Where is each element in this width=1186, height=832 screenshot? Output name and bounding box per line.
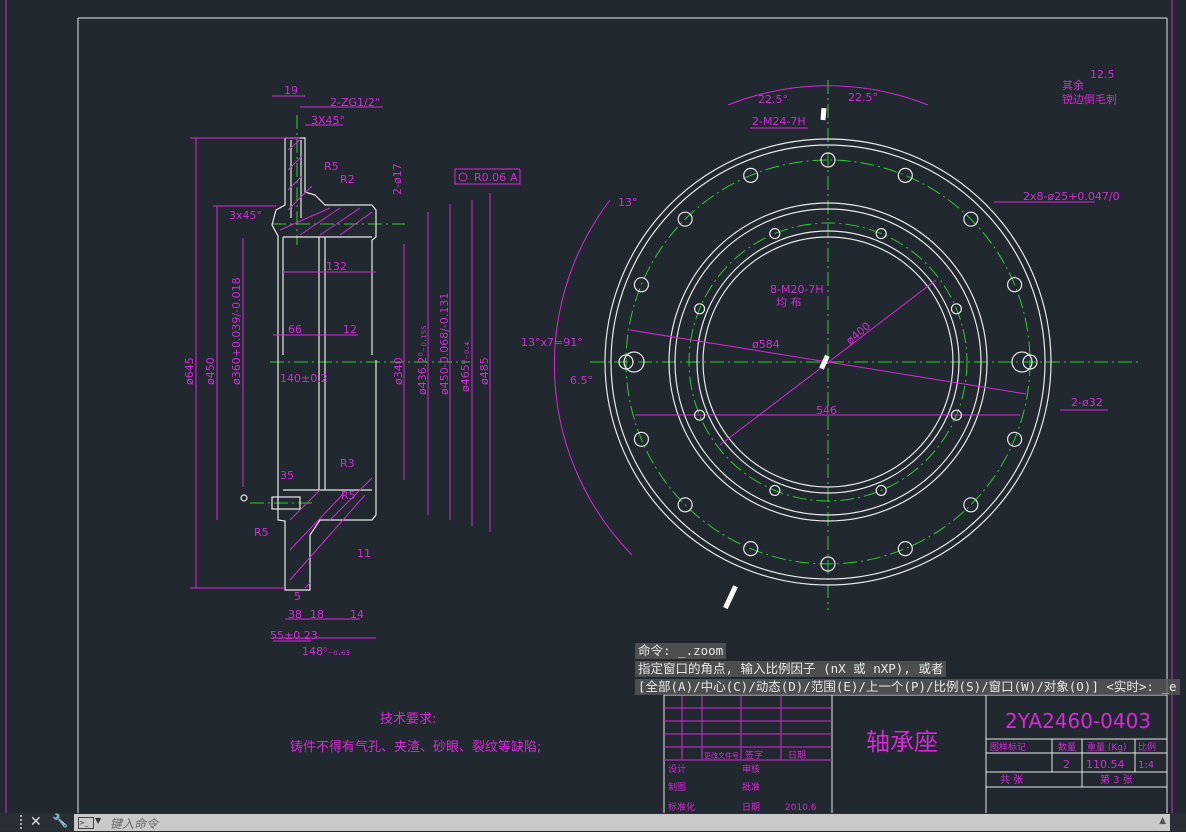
quantity: 2 xyxy=(1063,758,1070,771)
svg-text:R5: R5 xyxy=(254,526,269,539)
svg-text:22.5°: 22.5° xyxy=(758,93,788,106)
hatch xyxy=(279,139,373,589)
svg-text:19: 19 xyxy=(284,84,298,97)
customize-icon[interactable]: 🔧 xyxy=(52,813,68,831)
svg-text:14: 14 xyxy=(350,608,364,621)
command-prompt-icon[interactable]: >_ xyxy=(78,817,94,829)
svg-text:重量 (Kg): 重量 (Kg) xyxy=(1087,741,1127,753)
svg-text:8-M20-7H: 8-M20-7H xyxy=(770,283,824,296)
svg-text:签字: 签字 xyxy=(745,749,763,761)
command-history-line-2: 指定窗口的角点, 输入比例因子 (nX 或 nXP), 或者 xyxy=(635,661,947,677)
svg-text:12.5: 12.5 xyxy=(1090,68,1115,81)
svg-text:A: A xyxy=(510,171,518,184)
title-name: 轴承座 xyxy=(866,728,938,756)
svg-text:3x45°: 3x45° xyxy=(229,209,262,222)
svg-text:ø400: ø400 xyxy=(844,320,874,348)
bolt-hole xyxy=(897,167,913,183)
svg-text:ø465⁰₋₀.₄: ø465⁰₋₀.₄ xyxy=(459,341,472,392)
title-block: 轴承座 2YA2460-0403 图样标记 数量 重量 (Kg) 比例 2 11… xyxy=(663,694,1168,831)
svg-text:148⁰₋₀.₆₃: 148⁰₋₀.₆₃ xyxy=(302,645,350,658)
svg-text:ø340: ø340 xyxy=(392,357,405,385)
svg-text:数量: 数量 xyxy=(1058,741,1076,753)
tech-req-text: 铸件不得有气孔、夹渣、砂眼、裂纹等缺陷; xyxy=(290,739,541,755)
bolt-hole xyxy=(963,497,979,513)
svg-text:ø436.2⁰₋₀.₁₅₅: ø436.2⁰₋₀.₁₅₅ xyxy=(416,325,429,395)
command-history-line-3: [全部(A)/中心(C)/动态(D)/范围(E)/上一个(P)/比例(S)/窗口… xyxy=(635,679,1180,695)
svg-text:132: 132 xyxy=(326,260,347,273)
svg-text:35: 35 xyxy=(280,469,294,482)
close-icon[interactable]: ✕ xyxy=(30,813,42,831)
scroll-up-icon[interactable]: ▲ xyxy=(1159,816,1166,826)
bolt-hole xyxy=(897,541,913,557)
svg-text:均 布: 均 布 xyxy=(776,296,802,309)
svg-text:共 张: 共 张 xyxy=(1000,774,1023,786)
drawing-canvas[interactable]: 19 2-ZG1/2" 3X45° R5 R2 R0.06 A 3x45° 2-… xyxy=(0,0,1186,831)
svg-text:ø485: ø485 xyxy=(478,357,491,385)
svg-text:锐边倒毛刺: 锐边倒毛刺 xyxy=(1062,92,1117,106)
tech-req-title: 技术要求: xyxy=(380,712,436,727)
front-view xyxy=(553,80,1140,610)
svg-text:140±0.2: 140±0.2 xyxy=(280,372,328,385)
sheet-number: 第 3 张 xyxy=(1100,773,1133,786)
svg-text:R5: R5 xyxy=(341,489,356,502)
chevron-down-icon[interactable]: ▼ xyxy=(95,816,101,825)
svg-text:图样标记: 图样标记 xyxy=(990,741,1026,753)
svg-text:ø450-0.068/-0.131: ø450-0.068/-0.131 xyxy=(438,293,451,395)
svg-text:审核: 审核 xyxy=(742,763,760,775)
svg-text:ø584: ø584 xyxy=(752,338,780,351)
svg-text:2-ø32: 2-ø32 xyxy=(1071,396,1103,409)
drawing-number: 2YA2460-0403 xyxy=(1005,709,1151,733)
svg-text:55±0.23: 55±0.23 xyxy=(270,629,318,642)
svg-text:546: 546 xyxy=(816,404,837,417)
svg-text:66: 66 xyxy=(288,323,302,336)
svg-text:3X45°: 3X45° xyxy=(311,114,345,127)
svg-text:2-ø17: 2-ø17 xyxy=(391,163,404,195)
svg-text:ø645: ø645 xyxy=(183,357,196,385)
bolt-hole xyxy=(633,277,649,293)
scale: 1:4 xyxy=(1138,760,1154,771)
svg-text:11: 11 xyxy=(357,547,371,560)
svg-text:R3: R3 xyxy=(340,457,355,470)
svg-text:22.5°: 22.5° xyxy=(848,91,878,104)
svg-text:2-M24-7H: 2-M24-7H xyxy=(752,115,806,128)
svg-text:R5: R5 xyxy=(324,160,339,173)
section-labels: 19 2-ZG1/2" 3X45° R5 R2 R0.06 A 3x45° 2-… xyxy=(183,84,518,658)
svg-text:ø450: ø450 xyxy=(204,357,217,385)
svg-text:日期: 日期 xyxy=(742,802,760,813)
command-line-bar: ✕ 🔧 >_ ▼ 键入命令 ▲ xyxy=(0,813,1186,831)
date-value: 2010.6 xyxy=(785,803,817,813)
command-input[interactable]: >_ ▼ 键入命令 ▲ xyxy=(74,814,1170,831)
svg-text:比例: 比例 xyxy=(1138,741,1156,753)
svg-text:5: 5 xyxy=(294,590,301,603)
svg-text:18: 18 xyxy=(310,608,324,621)
svg-text:设计: 设计 xyxy=(668,763,686,775)
svg-text:R0.06: R0.06 xyxy=(474,171,506,184)
weight: 110.54 xyxy=(1086,758,1125,771)
command-placeholder: 键入命令 xyxy=(110,817,159,831)
svg-text:6.5°: 6.5° xyxy=(570,374,593,387)
svg-text:标准化: 标准化 xyxy=(668,801,695,813)
svg-text:12: 12 xyxy=(343,323,357,336)
svg-text:13°x7=91°: 13°x7=91° xyxy=(521,336,583,349)
svg-text:2-ZG1/2": 2-ZG1/2" xyxy=(330,96,380,109)
svg-text:2x8-ø25+0.047/0: 2x8-ø25+0.047/0 xyxy=(1023,190,1120,203)
svg-text:日期: 日期 xyxy=(788,750,806,761)
svg-text:13°: 13° xyxy=(618,196,638,209)
svg-text:38: 38 xyxy=(288,608,302,621)
command-history-line-1: 命令: _.zoom xyxy=(635,643,727,659)
svg-text:R2: R2 xyxy=(340,173,355,186)
svg-text:批准: 批准 xyxy=(742,781,760,793)
svg-text:更改文件号: 更改文件号 xyxy=(704,751,739,760)
svg-text:其余: 其余 xyxy=(1062,78,1084,92)
drag-handle[interactable] xyxy=(20,815,25,829)
svg-text:制图: 制图 xyxy=(668,781,686,793)
svg-text:ø360+0.039/-0.018: ø360+0.039/-0.018 xyxy=(230,277,243,385)
